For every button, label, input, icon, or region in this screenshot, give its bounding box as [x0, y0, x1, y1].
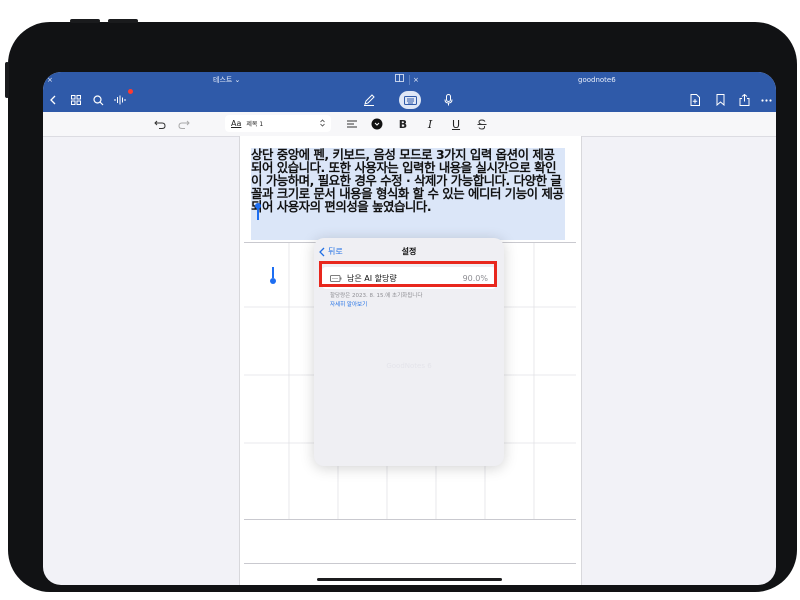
bold-button[interactable]: B [396, 112, 410, 136]
grid-icon[interactable] [69, 88, 83, 112]
underline-button[interactable]: U [449, 112, 463, 136]
strikethrough-icon[interactable] [475, 112, 489, 136]
document-text[interactable]: 상단 중앙에 펜, 키보드, 음성 모드로 3가지 입력 옵션이 제공되어 있습… [251, 148, 565, 213]
volume-button [70, 19, 100, 23]
side-button [5, 62, 9, 98]
format-bar: Aa 제목 1 B I U [43, 112, 776, 137]
redo-icon[interactable] [177, 112, 191, 136]
app-screen: × 테스트 ⌄ × goodnote6 Aa 제목 1 B I U 상단 중앙에… [43, 72, 776, 585]
share-icon[interactable] [737, 88, 751, 112]
split-view-icon[interactable] [395, 72, 404, 88]
text-style-selector[interactable]: Aa 제목 1 [225, 115, 331, 132]
style-name: 제목 1 [246, 121, 264, 128]
color-picker-icon[interactable] [370, 112, 384, 136]
style-prefix: Aa [231, 119, 242, 128]
tab-goodnote6[interactable]: goodnote6 [578, 72, 616, 88]
main-toolbar [43, 88, 776, 112]
bookmark-icon[interactable] [713, 88, 727, 112]
learn-more-link[interactable]: 자세히 알아보기 [330, 300, 367, 308]
tab-divider [409, 75, 410, 85]
italic-button[interactable]: I [423, 112, 437, 136]
recording-dot [128, 89, 133, 94]
page-bottom-box [244, 519, 576, 564]
tab-close-icon-2[interactable]: × [413, 72, 419, 88]
home-indicator[interactable] [317, 578, 502, 581]
more-icon[interactable] [759, 88, 773, 112]
add-page-icon[interactable] [688, 88, 702, 112]
popover-title: 설정 [401, 247, 417, 256]
audio-icon[interactable] [113, 88, 127, 112]
tab-bar: × 테스트 ⌄ × goodnote6 [43, 72, 776, 88]
back-icon[interactable] [47, 88, 59, 112]
tab-close-icon[interactable]: × [47, 72, 53, 88]
tab-test[interactable]: 테스트 ⌄ [213, 72, 240, 88]
align-icon[interactable] [345, 112, 359, 136]
search-icon[interactable] [91, 88, 105, 112]
quota-reset-note: 할당량은 2023. 8. 15.에 초기화됩니다 [330, 293, 423, 299]
selected-text-box[interactable]: 상단 중앙에 펜, 키보드, 음성 모드로 3가지 입력 옵션이 제공되어 있습… [251, 148, 565, 240]
pen-icon[interactable] [361, 88, 377, 112]
faint-watermark: GoodNotes 6 [386, 362, 432, 370]
microphone-icon[interactable] [441, 88, 455, 112]
ipad-frame: × 테스트 ⌄ × goodnote6 Aa 제목 1 B I U 상단 중앙에… [5, 19, 797, 592]
volume-button-2 [108, 19, 138, 23]
selection-handle-start-bar [257, 208, 259, 220]
keyboard-icon[interactable] [399, 91, 421, 109]
red-highlight-box [319, 261, 497, 287]
chevron-updown-icon [320, 119, 325, 129]
undo-icon[interactable] [153, 112, 167, 136]
